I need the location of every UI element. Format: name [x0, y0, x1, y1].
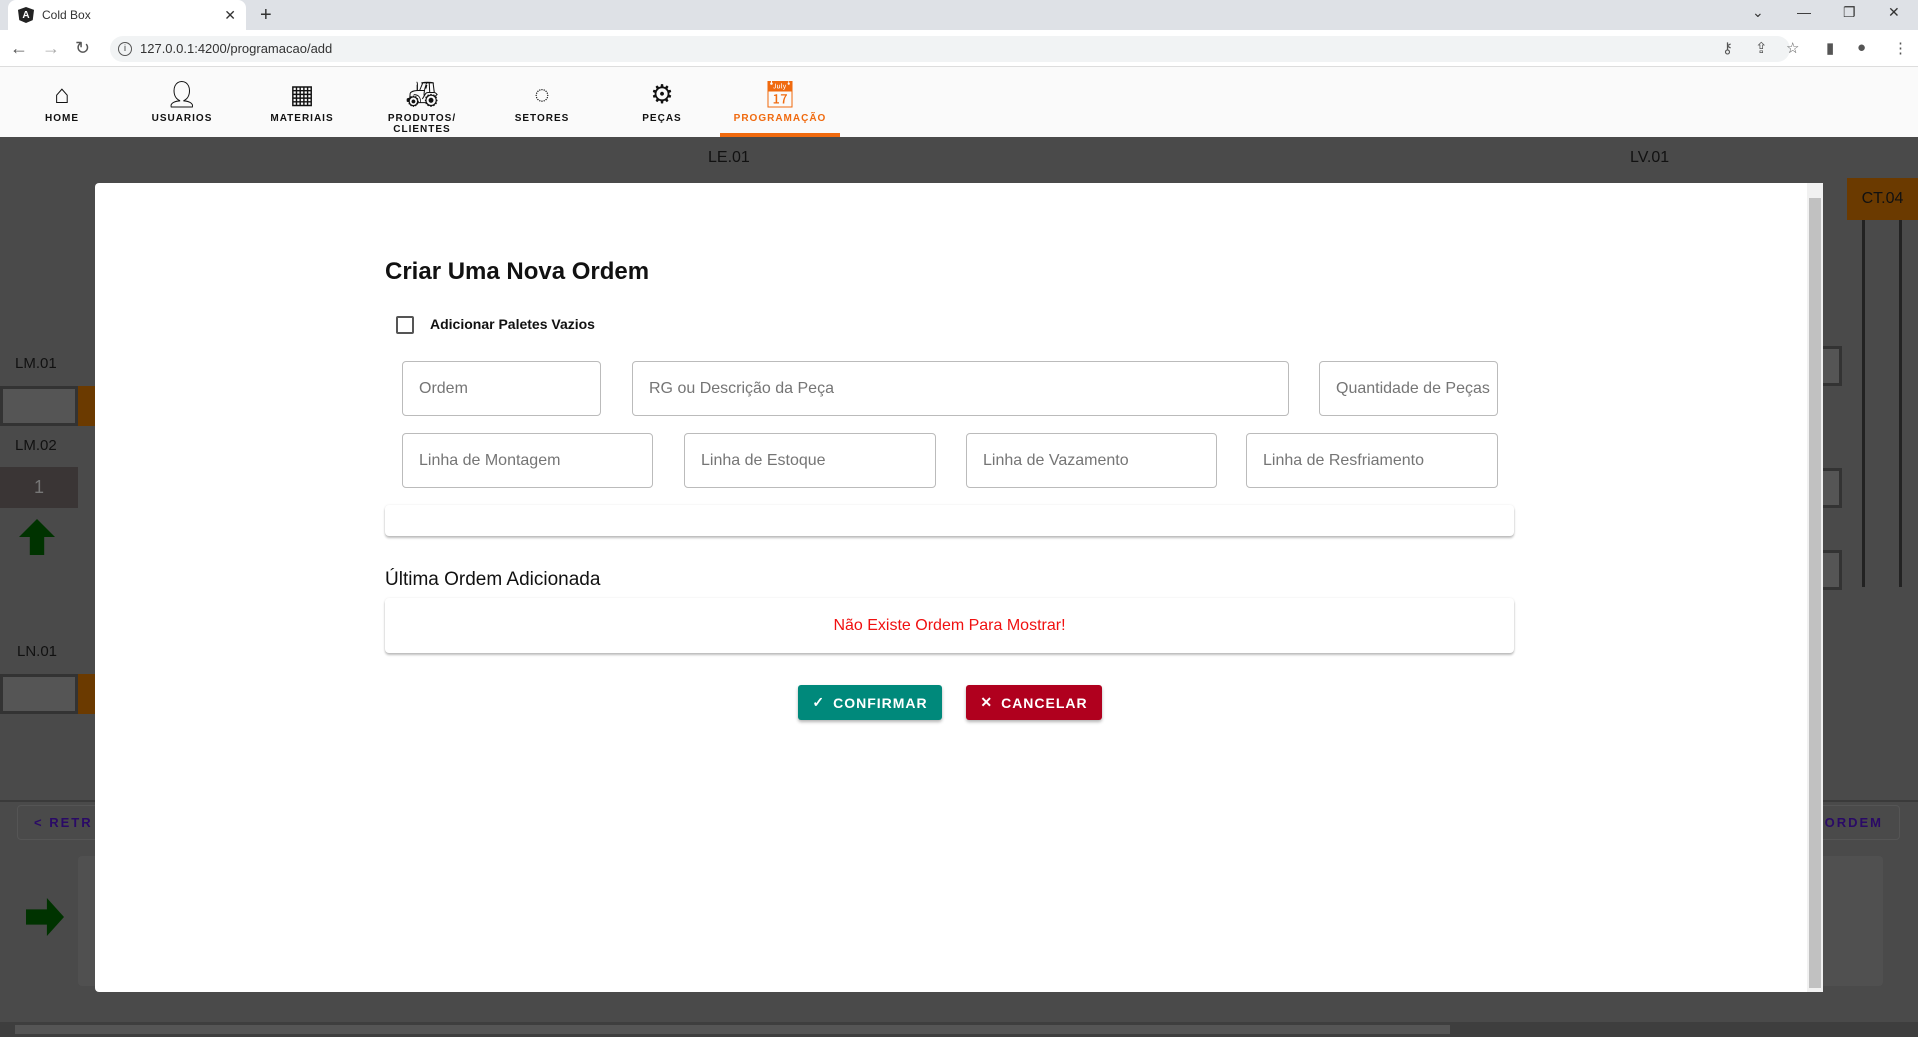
- top-nav: ⌂ HOME 👤︎ USUARIOS ▦ MATERIAIS 🚜︎ PRODUTOS/ …: [0, 67, 1918, 137]
- line-label-lv: LV.01: [1630, 149, 1670, 166]
- nav-setores[interactable]: ◌ SETORES: [482, 67, 602, 137]
- confirm-label: CONFIRMAR: [833, 694, 928, 711]
- address-bar-row: ← → ↻ i 127.0.0.1:4200/programacao/add ⚷ …: [0, 30, 1918, 67]
- minimize-icon[interactable]: —: [1797, 4, 1811, 20]
- reload-icon[interactable]: ↻: [75, 38, 90, 59]
- nav-label: MATERIAIS: [270, 113, 334, 124]
- share-icon[interactable]: ⇪: [1755, 39, 1768, 57]
- gears-icon: ⚙: [650, 79, 674, 109]
- key-icon[interactable]: ⚷: [1722, 39, 1733, 57]
- line-label-lm01: LM.01: [15, 355, 57, 372]
- empty-pallets-checkbox[interactable]: [396, 316, 414, 334]
- home-icon: ⌂: [54, 79, 70, 109]
- part-search-input[interactable]: [632, 361, 1289, 416]
- arrow-right-icon: [26, 898, 64, 936]
- profile-icon[interactable]: ●: [1857, 39, 1866, 56]
- url-text: 127.0.0.1:4200/programacao/add: [140, 41, 333, 56]
- grid-icon: ▦: [289, 79, 315, 109]
- info-icon[interactable]: i: [118, 42, 132, 56]
- machine-icon: 🚜︎: [405, 79, 439, 109]
- nav-label: USUARIOS: [151, 113, 213, 124]
- last-order-card: Não Existe Ordem Para Mostrar!: [385, 598, 1514, 653]
- browser-tab[interactable]: A Cold Box ✕: [8, 0, 246, 30]
- tab-search-icon[interactable]: ⌄: [1752, 4, 1764, 21]
- sidepanel-icon[interactable]: ▮: [1826, 39, 1834, 57]
- browser-tab-strip: A Cold Box ✕ + ⌄ — ❐ ✕: [0, 0, 1918, 30]
- star-icon[interactable]: ☆: [1786, 39, 1799, 57]
- line-label-lm02: LM.02: [15, 437, 57, 454]
- user-icon: 👤︎: [165, 79, 199, 109]
- slot-box[interactable]: [0, 386, 78, 426]
- calendar-icon: 📅︎: [763, 79, 797, 109]
- nav-usuarios[interactable]: 👤︎ USUARIOS: [122, 67, 242, 137]
- slot-box[interactable]: [0, 674, 78, 714]
- create-order-dialog: [95, 183, 1823, 992]
- close-window-icon[interactable]: ✕: [1888, 4, 1900, 21]
- empty-pallets-label[interactable]: Adicionar Paletes Vazios: [430, 316, 595, 332]
- close-tab-icon[interactable]: ✕: [224, 7, 236, 24]
- scrollbar-thumb[interactable]: [1809, 198, 1821, 988]
- nav-label: PRODUTOS/ CLIENTES: [387, 113, 457, 135]
- last-order-heading: Última Ordem Adicionada: [385, 569, 601, 590]
- sectors-icon: ◌: [534, 79, 550, 109]
- tab-title: Cold Box: [42, 8, 91, 22]
- confirm-button[interactable]: ✓ CONFIRMAR: [798, 685, 942, 720]
- nav-programacao[interactable]: 📅︎ PROGRAMAÇÃO: [720, 67, 840, 137]
- station-ct04[interactable]: CT.04: [1847, 178, 1918, 220]
- menu-icon[interactable]: ⋮: [1893, 39, 1908, 57]
- nav-materiais[interactable]: ▦ MATERIAIS: [242, 67, 362, 137]
- nav-home[interactable]: ⌂ HOME: [2, 67, 122, 137]
- stock-line-input[interactable]: [684, 433, 936, 488]
- nav-pecas[interactable]: ⚙ PEÇAS: [602, 67, 722, 137]
- slot-box-filled[interactable]: 1: [0, 467, 78, 508]
- rail: [1862, 220, 1865, 587]
- station-label: CT.04: [1861, 190, 1904, 207]
- horizontal-scrollbar[interactable]: [0, 1022, 1918, 1037]
- line-label-le: LE.01: [708, 149, 750, 166]
- back-icon[interactable]: ←: [10, 38, 28, 59]
- forward-icon[interactable]: →: [42, 38, 60, 59]
- nav-label: HOME: [45, 113, 79, 124]
- dialog-scrollbar[interactable]: [1807, 183, 1823, 992]
- check-icon: ✓: [812, 694, 826, 710]
- assembly-line-input[interactable]: [402, 433, 653, 488]
- results-card: [385, 505, 1514, 536]
- empty-message: Não Existe Ordem Para Mostrar!: [833, 616, 1066, 634]
- nav-label: PROGRAMAÇÃO: [733, 113, 827, 124]
- angular-logo-icon: A: [18, 7, 34, 23]
- arrow-up-icon: [19, 519, 55, 555]
- scrollbar-thumb[interactable]: [15, 1025, 1450, 1034]
- pouring-line-input[interactable]: [966, 433, 1217, 488]
- cancel-label: CANCELAR: [1001, 694, 1088, 711]
- line-label-ln01: LN.01: [17, 643, 58, 660]
- close-icon: ✕: [980, 694, 994, 710]
- cancel-button[interactable]: ✕ CANCELAR: [966, 685, 1102, 720]
- restore-icon[interactable]: ❐: [1843, 4, 1856, 21]
- new-tab-button[interactable]: +: [260, 4, 272, 27]
- nav-label: PEÇAS: [642, 113, 682, 124]
- dialog-title: Criar Uma Nova Ordem: [385, 258, 650, 285]
- quantity-input[interactable]: [1319, 361, 1498, 416]
- url-input[interactable]: i 127.0.0.1:4200/programacao/add: [110, 36, 1790, 62]
- nav-produtos-clientes[interactable]: 🚜︎ PRODUTOS/ CLIENTES: [362, 67, 482, 137]
- rail: [1899, 220, 1902, 587]
- order-input[interactable]: [402, 361, 601, 416]
- nav-label: SETORES: [514, 113, 570, 124]
- cooling-line-input[interactable]: [1246, 433, 1498, 488]
